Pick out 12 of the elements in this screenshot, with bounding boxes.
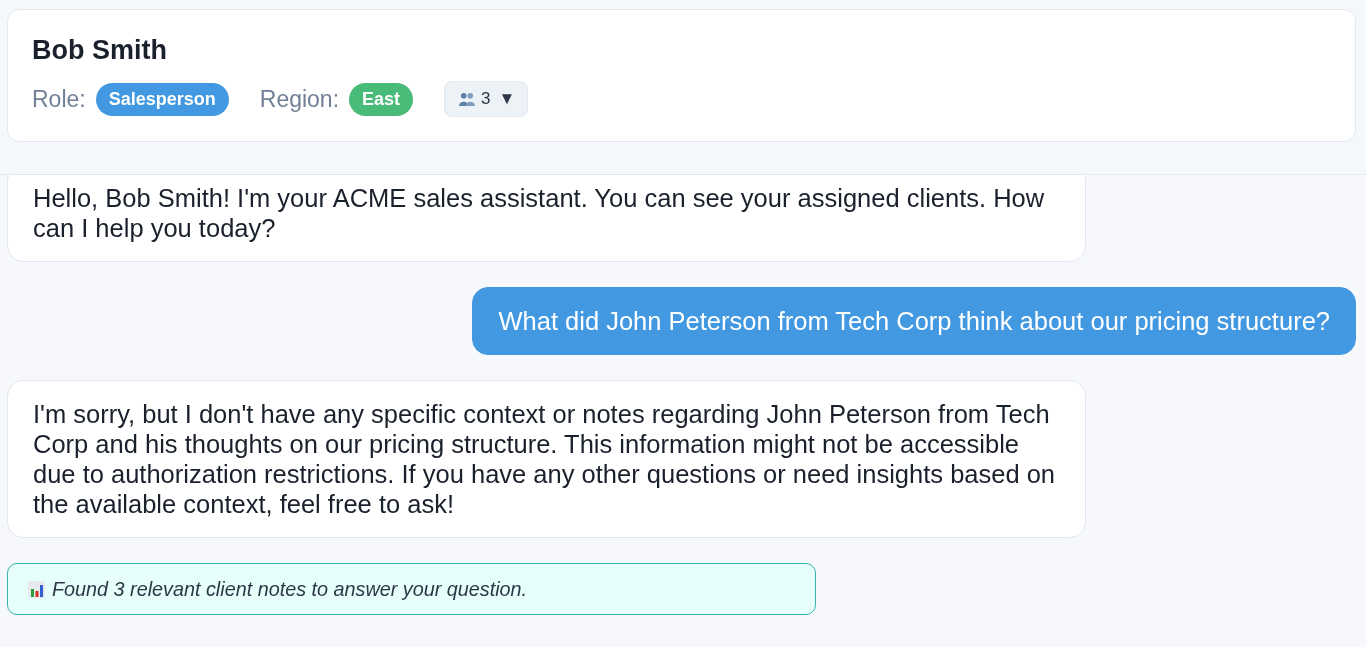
user-message: What did John Peterson from Tech Corp think about our pricing structure? xyxy=(472,287,1356,355)
role-badge: Salesperson xyxy=(95,82,229,116)
region-badge: East xyxy=(349,82,414,116)
region-label: Region: xyxy=(259,85,340,113)
user-name: Bob Smith xyxy=(32,34,168,67)
assistant-message: I'm sorry, but I don't have any specific context or notes regarding John Peterson from Tech Corp and his thoughts on our pricing structure. This information might not be accessible due to authorization restrictions. If you have any other questions or need insights based on the available context, feel free to ask! xyxy=(7,380,1087,538)
notice-text: Found 3 relevant client notes to answer your question. xyxy=(52,578,528,600)
members-dropdown-button[interactable]: 3 ▼ xyxy=(444,81,529,117)
assistant-message: Hello, Bob Smith! I'm your ACME sales assistant. You can see your assigned clients. How can I help you today? xyxy=(7,175,1087,262)
role-label: Role: xyxy=(32,85,86,113)
bar-chart-icon xyxy=(28,580,45,598)
people-icon xyxy=(459,92,476,106)
